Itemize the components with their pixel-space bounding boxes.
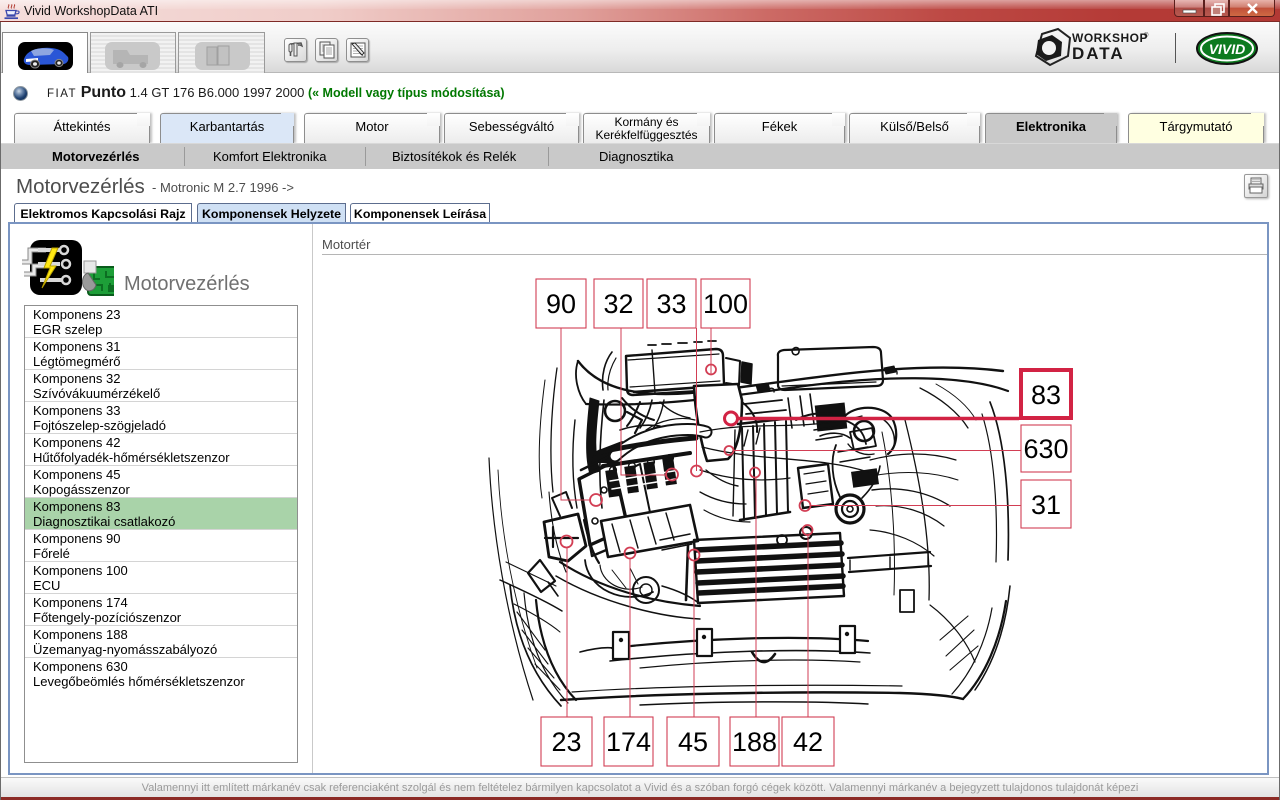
svg-text:31: 31 xyxy=(1031,490,1061,520)
svg-text:WORKSHOP: WORKSHOP xyxy=(1072,31,1148,45)
svg-text:90: 90 xyxy=(546,289,576,319)
svg-text:23: 23 xyxy=(551,727,581,757)
svg-text:100: 100 xyxy=(703,289,748,319)
svg-text:188: 188 xyxy=(732,727,777,757)
svg-text:42: 42 xyxy=(793,727,823,757)
svg-text:83: 83 xyxy=(1031,380,1061,410)
svg-text:45: 45 xyxy=(678,727,708,757)
svg-text:®: ® xyxy=(1144,32,1149,39)
svg-text:630: 630 xyxy=(1023,434,1068,464)
svg-text:DATA: DATA xyxy=(1072,44,1125,63)
svg-text:VIVID: VIVID xyxy=(1209,41,1246,57)
svg-text:33: 33 xyxy=(656,289,686,319)
svg-text:174: 174 xyxy=(606,727,651,757)
svg-text:32: 32 xyxy=(603,289,633,319)
